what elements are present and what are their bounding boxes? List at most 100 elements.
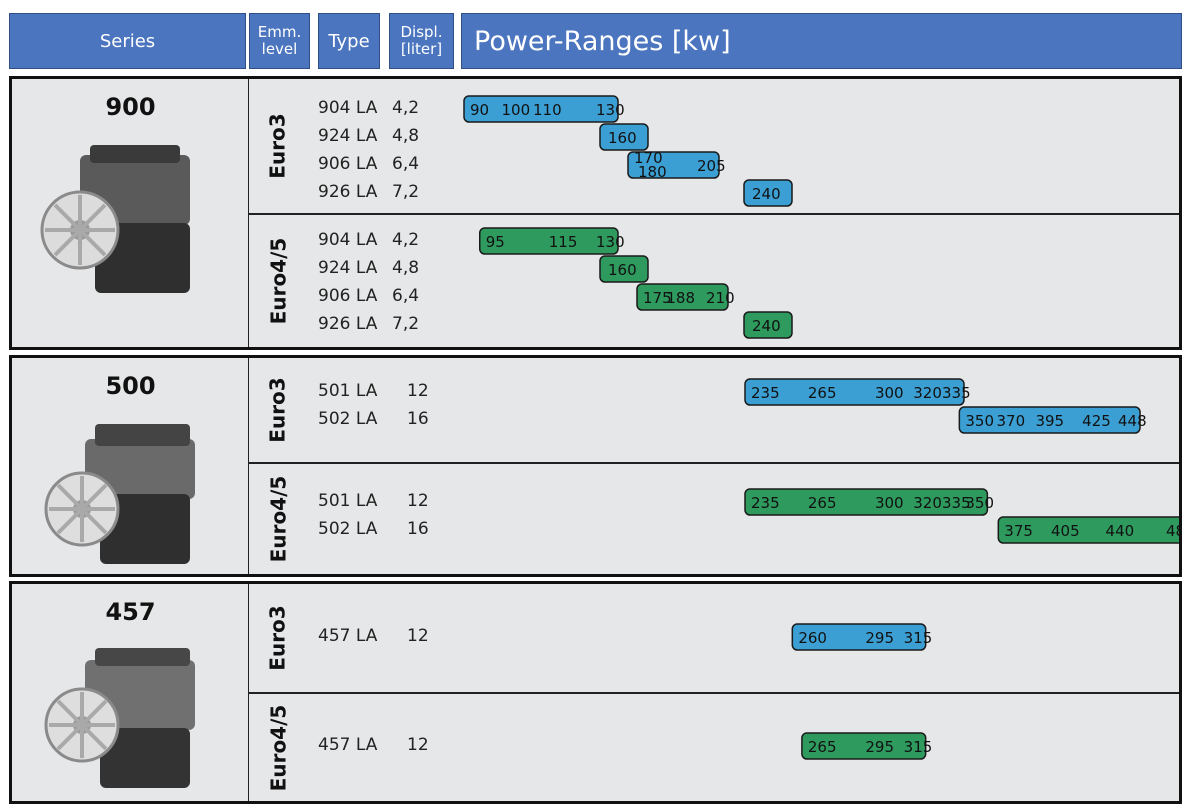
displacement: 12	[407, 626, 429, 646]
series-cell: 500	[12, 358, 249, 574]
header-type-label: Type	[328, 30, 370, 52]
power-value-label: 300	[875, 494, 904, 512]
header-series: Series	[9, 13, 246, 69]
emm-level-cell: Euro3	[249, 79, 307, 213]
power-value-label: 95	[486, 233, 505, 251]
series-block-900: 900 90 100 110 130 160 170 180 205 240 Euro3 904…	[9, 76, 1182, 350]
power-value-label: 188	[666, 289, 695, 307]
power-value-label: 295	[865, 738, 894, 756]
header-displ-label: Displ. [liter]	[400, 23, 443, 58]
power-value-label: 350	[965, 494, 994, 512]
emm-level-cell: Euro4/5	[249, 215, 307, 347]
engine-type: 906 LA	[318, 286, 378, 306]
power-value-label: 180	[638, 163, 667, 181]
power-value-label: 335	[942, 384, 971, 402]
power-value-label: 265	[808, 384, 837, 402]
power-value-label: 265	[808, 494, 837, 512]
power-value-label: 395	[1035, 412, 1064, 430]
displacement: 7,2	[392, 182, 420, 202]
engine-type: 457 LA	[318, 626, 378, 646]
power-value-label: 130	[596, 233, 625, 251]
displacement: 4,8	[392, 258, 420, 278]
engine-type: 904 LA	[318, 98, 378, 118]
power-value-label: 160	[608, 261, 637, 279]
series-name: 457	[105, 598, 156, 626]
engine-type: 501 LA	[318, 381, 378, 401]
power-range-plot: 90 100 110 130160170180 205240	[463, 95, 793, 207]
engine-image	[44, 648, 195, 788]
power-value-label: 210	[706, 289, 735, 307]
power-value-label: 375	[1004, 522, 1033, 540]
displacement: 12	[407, 735, 429, 755]
displacement: 4,2	[392, 230, 420, 250]
group-euro45: 95 115 130 160 175 188 210 240 Euro4/5 904 LA 4,…	[249, 215, 1179, 347]
power-range-plot: 235265300320335350375405440480	[744, 488, 1179, 544]
power-value-label: 235	[751, 494, 780, 512]
series-block-457: 457 260 295 315 Euro3 457 LA 12 265 295 315 E…	[9, 581, 1182, 804]
power-value-label: 370	[997, 412, 1026, 430]
displacement: 6,4	[392, 286, 420, 306]
engine-type: 501 LA	[318, 491, 378, 511]
header-power-ranges: Power-Ranges [kw]	[461, 13, 1182, 69]
engine-type: 926 LA	[318, 182, 378, 202]
power-value-label: 240	[752, 185, 781, 203]
power-range-plot: 95 115 130160175188 210240	[479, 227, 793, 339]
displacement: 12	[407, 491, 429, 511]
displacement: 4,2	[392, 98, 420, 118]
power-value-label: 315	[904, 629, 933, 647]
power-value-label: 480	[1166, 522, 1179, 540]
group-euro3: 260 295 315 Euro3 457 LA 12	[249, 584, 1179, 694]
power-value-label: 240	[752, 317, 781, 335]
engine-type: 924 LA	[318, 126, 378, 146]
power-value-label: 235	[751, 384, 780, 402]
displacement: 7,2	[392, 314, 420, 334]
emm-level-cell: Euro4/5	[249, 694, 307, 801]
header-emm-level: Emm. level	[249, 13, 310, 69]
engine-type: 904 LA	[318, 230, 378, 250]
power-value-label: 130	[596, 101, 625, 119]
emm-level-cell: Euro3	[249, 584, 307, 692]
engine-type: 502 LA	[318, 519, 378, 539]
displacement: 16	[407, 519, 429, 539]
emm-level-label: Euro3	[266, 377, 291, 443]
displacement: 12	[407, 381, 429, 401]
emm-level-label: Euro3	[266, 113, 291, 179]
displacement: 16	[407, 409, 429, 429]
power-range-plot: 260 295 315	[791, 623, 933, 651]
power-value-label: 425	[1082, 412, 1111, 430]
displacement: 6,4	[392, 154, 420, 174]
engine-image	[44, 424, 195, 564]
engine-type: 924 LA	[318, 258, 378, 278]
power-value-label: 160	[608, 129, 637, 147]
power-value-label: 260	[798, 629, 827, 647]
engine-type: 906 LA	[318, 154, 378, 174]
power-value-label: 405	[1051, 522, 1080, 540]
emm-level-cell: Euro3	[249, 358, 307, 462]
power-value-label: 100	[502, 101, 531, 119]
power-value-label: 440	[1106, 522, 1135, 540]
power-value-label: 265	[808, 738, 837, 756]
power-value-label: 205	[697, 157, 726, 175]
emm-level-label: Euro4/5	[266, 475, 291, 563]
header-type: Type	[318, 13, 380, 69]
group-euro45: 235265300320335350375405440480 Euro4/5 5…	[249, 464, 1179, 574]
emm-level-cell: Euro4/5	[249, 464, 307, 574]
engine-type: 502 LA	[318, 409, 378, 429]
power-value-label: 110	[533, 101, 562, 119]
header-series-label: Series	[99, 30, 156, 52]
engine-type: 926 LA	[318, 314, 378, 334]
power-value-label: 300	[875, 384, 904, 402]
header-emm-level-label: Emm. level	[257, 23, 302, 58]
series-block-500: 500 235 265 300 320 335 350 370 395 425 448 Euro3…	[9, 355, 1182, 577]
group-euro3: 90 100 110 130 160 170 180 205 240 Euro3 904 LA 4…	[249, 79, 1179, 215]
power-value-label: 350	[965, 412, 994, 430]
engine-type: 457 LA	[318, 735, 378, 755]
power-value-label: 115	[549, 233, 578, 251]
power-value-label: 90	[470, 101, 489, 119]
series-cell: 457	[12, 584, 249, 801]
header-displ: Displ. [liter]	[389, 13, 454, 69]
header-power-title: Power-Ranges [kw]	[474, 25, 731, 57]
emm-level-label: Euro3	[266, 605, 291, 671]
series-name: 900	[105, 93, 156, 121]
power-value-label: 320	[913, 494, 942, 512]
